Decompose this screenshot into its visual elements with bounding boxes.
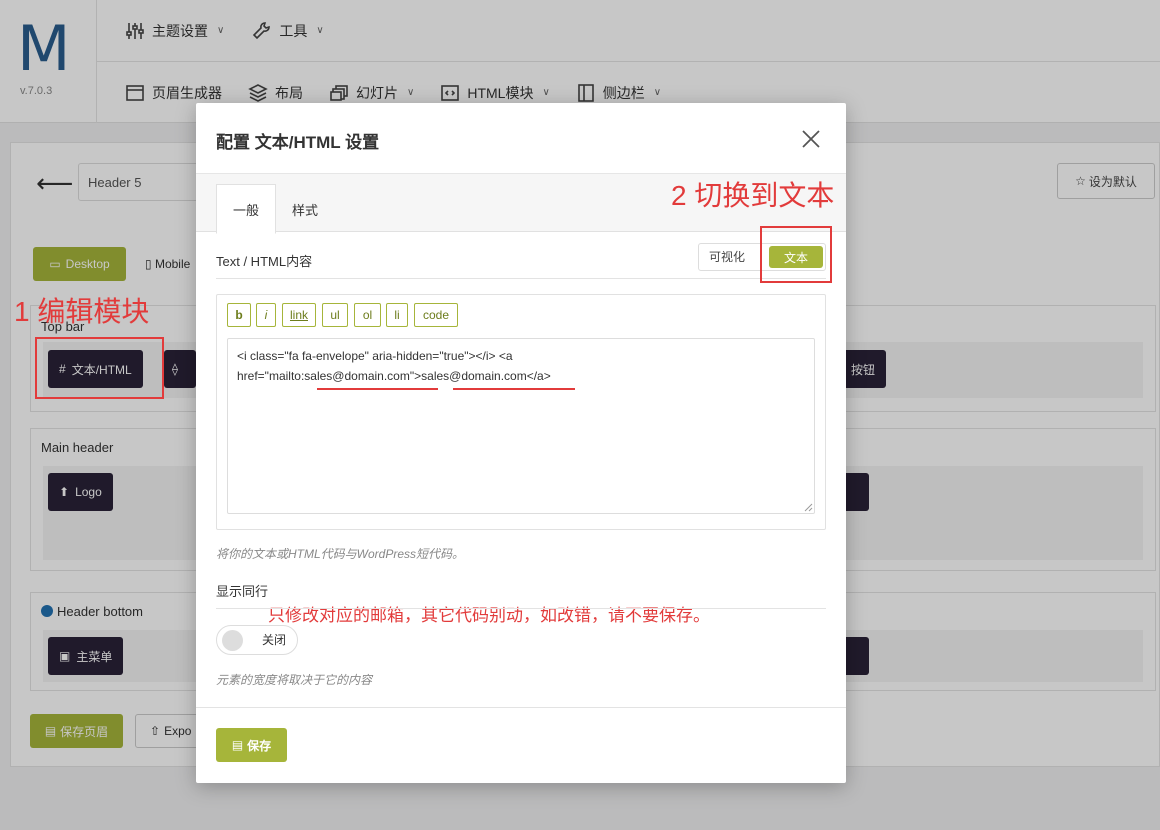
content-help-text: 将你的文本或HTML代码与WordPress短代码。 [216, 547, 465, 561]
email-underline [453, 388, 575, 390]
quicktag-italic-button[interactable]: i [256, 303, 276, 327]
annotation-step1: 1 编辑模块 [14, 296, 150, 327]
save-button[interactable]: ▤ 保存 [216, 728, 287, 762]
toggle-knob [222, 630, 243, 651]
visual-mode-button[interactable]: 可视化 [709, 244, 745, 270]
email-underline [317, 388, 438, 390]
annotation-step2: 2 切换到文本 [671, 180, 835, 211]
close-icon [802, 130, 820, 148]
annotation-box-step2 [760, 226, 832, 283]
toggle-state-label: 关闭 [262, 633, 287, 647]
annotation-note: 只修改对应的邮箱，其它代码别动，如改错，请不要保存。 [268, 606, 710, 625]
modal-title: 配置 文本/HTML 设置 [216, 133, 380, 152]
tab-style[interactable]: 样式 [280, 184, 330, 234]
quicktag-link-button[interactable]: link [282, 303, 316, 327]
annotation-box-step1 [35, 337, 164, 399]
quicktag-ul-button[interactable]: ul [322, 303, 348, 327]
email-in-href: sales@domain.com [304, 369, 410, 383]
save-label: 保存 [247, 738, 272, 753]
code-line: href="mailto:sales@domain.com">sales@dom… [237, 369, 551, 383]
inline-help-text: 元素的宽度将取决于它的内容 [216, 673, 373, 687]
inline-label: 显示同行 [216, 584, 269, 599]
quicktag-bold-button[interactable]: b [227, 303, 251, 327]
save-icon: ▤ [231, 738, 244, 752]
inline-toggle[interactable]: 关闭 [216, 625, 298, 655]
code-editor: b i link ul ol li code <i class="fa fa-e… [216, 294, 826, 625]
email-link-text: sales@domain.com [421, 369, 527, 383]
quicktag-code-button[interactable]: code [414, 303, 458, 327]
divider [196, 707, 846, 708]
divider [216, 278, 826, 279]
code-line: <i class="fa fa-envelope" aria-hidden="t… [237, 349, 513, 363]
quicktag-li-button[interactable]: li [386, 303, 408, 327]
resize-handle-icon[interactable] [803, 502, 813, 512]
tab-general[interactable]: 一般 [216, 184, 276, 234]
quicktag-ol-button[interactable]: ol [354, 303, 381, 327]
html-content-textarea[interactable]: <i class="fa fa-envelope" aria-hidden="t… [227, 338, 815, 514]
divider [216, 608, 826, 609]
content-field-label: Text / HTML内容 [216, 254, 313, 269]
close-button[interactable] [799, 127, 823, 151]
